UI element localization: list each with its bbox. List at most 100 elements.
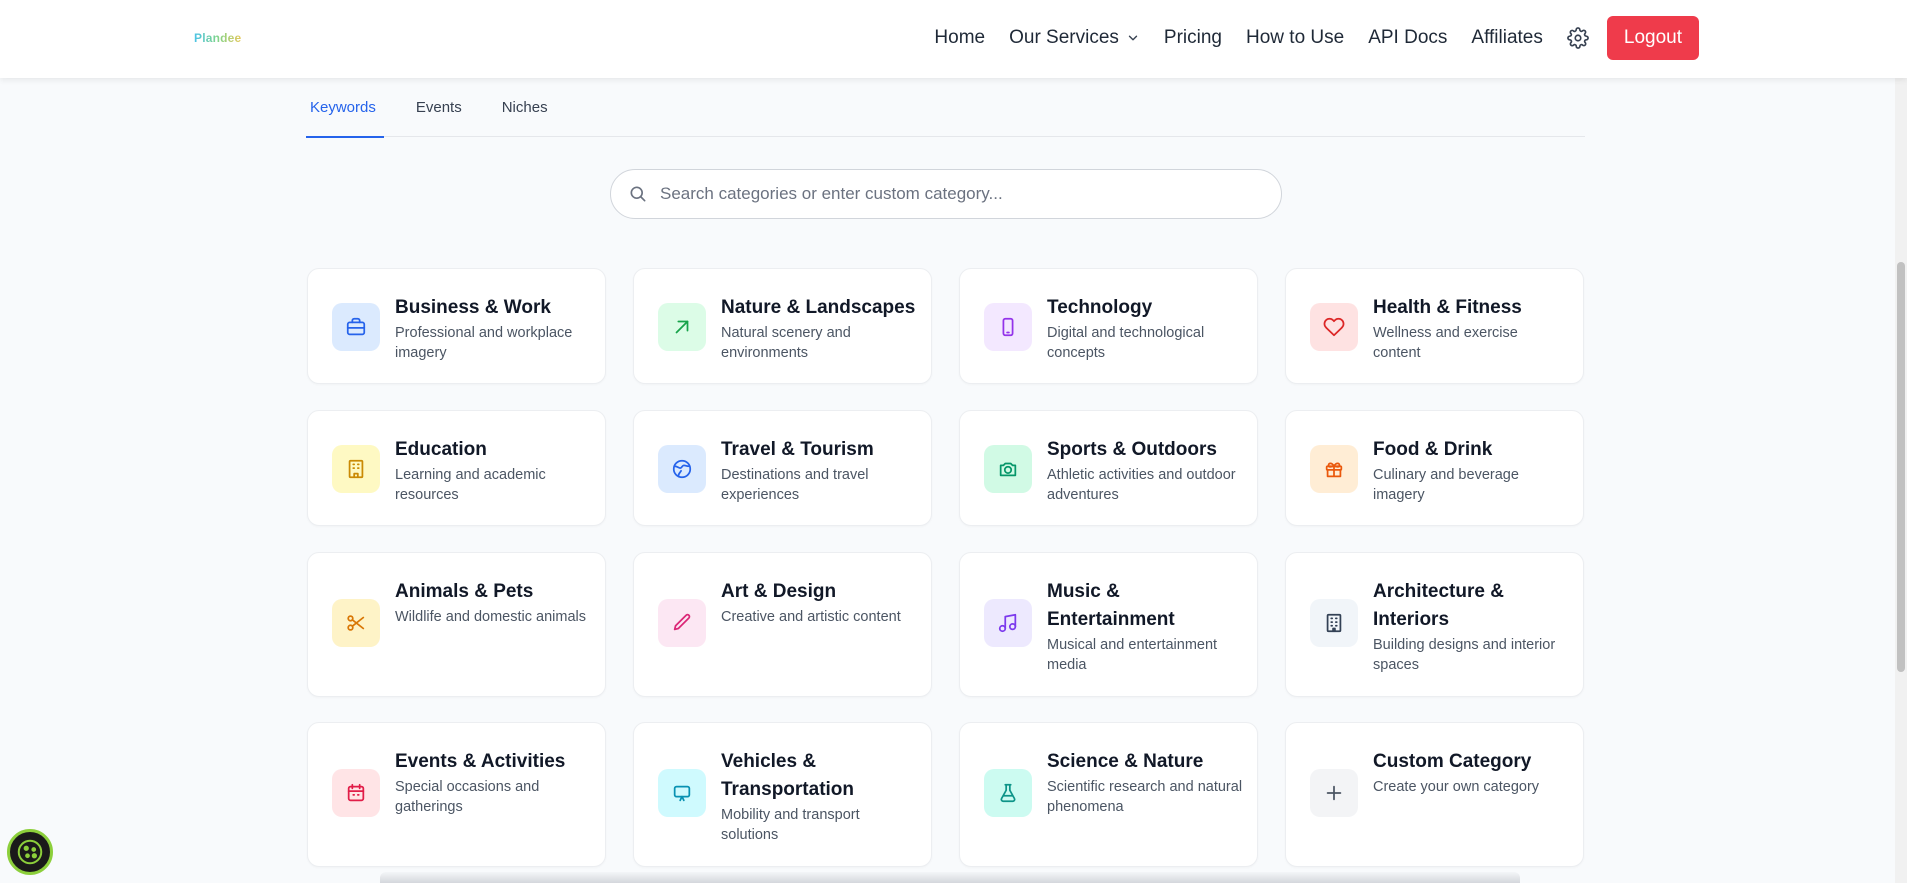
cookie-settings-icon[interactable]: [7, 829, 53, 875]
category-title: Custom Category: [1373, 751, 1532, 772]
category-description: Musical and entertainment media: [1047, 637, 1218, 673]
tab-events[interactable]: Events: [412, 78, 466, 137]
nav-our-services[interactable]: Our Services: [1009, 27, 1140, 49]
category-title: Vehicles & Transportation: [721, 751, 855, 800]
category-description: Destinations and travel experiences: [721, 467, 869, 503]
category-text: Travel & Tourism Destinations and travel …: [721, 436, 917, 505]
gift-icon: [1310, 445, 1358, 493]
category-text: Events & Activities Special occasions and…: [395, 748, 591, 817]
category-text: Education Learning and academic resources: [395, 436, 591, 505]
category-text: Art & Design Creative and artistic conten…: [721, 578, 917, 627]
vertical-scrollbar[interactable]: [1895, 0, 1907, 883]
category-text: Business & Work Professional and workplac…: [395, 294, 591, 363]
category-card[interactable]: Business & Work Professional and workplac…: [307, 268, 606, 384]
category-card[interactable]: Travel & Tourism Destinations and travel …: [633, 410, 932, 526]
search-input[interactable]: [660, 184, 1240, 204]
category-description: Learning and academic resources: [395, 467, 546, 503]
category-text: Animals & Pets Wildlife and domestic anim…: [395, 578, 591, 627]
category-tabs: Keywords Events Niches: [306, 78, 1585, 138]
category-card[interactable]: Music & Entertainment Musical and enterta…: [959, 552, 1258, 697]
tab-keywords[interactable]: Keywords: [306, 78, 384, 138]
category-title: Art & Design: [721, 581, 837, 602]
category-card[interactable]: Custom Category Create your own category: [1285, 722, 1584, 867]
nav-our-services-label: Our Services: [1009, 27, 1119, 48]
category-text: Custom Category Create your own category: [1373, 748, 1569, 797]
category-text: Food & Drink Culinary and beverage imager…: [1373, 436, 1569, 505]
pencil-icon: [658, 599, 706, 647]
heart-icon: [1310, 303, 1358, 351]
category-title: Events & Activities: [395, 751, 566, 772]
flask-icon: [984, 769, 1032, 817]
category-title: Technology: [1047, 297, 1153, 318]
category-description: Professional and workplace imagery: [395, 325, 573, 361]
category-title: Health & Fitness: [1373, 297, 1522, 318]
category-card[interactable]: Health & Fitness Wellness and exercise co…: [1285, 268, 1584, 384]
tab-niches[interactable]: Niches: [498, 78, 552, 137]
page: Plandee Home Our Services Pricing How to…: [0, 0, 1907, 883]
chevron-down-icon: [1126, 31, 1140, 45]
category-description: Mobility and transport solutions: [721, 807, 860, 843]
category-description: Special occasions and gatherings: [395, 779, 540, 815]
nav-pricing[interactable]: Pricing: [1164, 27, 1222, 49]
category-card[interactable]: Vehicles & Transportation Mobility and tr…: [633, 722, 932, 867]
nav-api-docs[interactable]: API Docs: [1368, 27, 1447, 49]
office-building-icon: [1310, 599, 1358, 647]
category-title: Science & Nature: [1047, 751, 1204, 772]
briefcase-icon: [332, 303, 380, 351]
nav-home[interactable]: Home: [934, 27, 985, 49]
category-card[interactable]: Events & Activities Special occasions and…: [307, 722, 606, 867]
category-text: Science & Nature Scientific research and …: [1047, 748, 1243, 817]
category-text: Vehicles & Transportation Mobility and tr…: [721, 748, 917, 845]
category-text: Sports & Outdoors Athletic activities and…: [1047, 436, 1243, 505]
bottom-fade: [380, 872, 1520, 883]
brand-logo[interactable]: Plandee: [194, 31, 241, 45]
category-description: Culinary and beverage imagery: [1373, 467, 1519, 503]
category-card[interactable]: Technology Digital and technological conc…: [959, 268, 1258, 384]
top-navbar: Plandee Home Our Services Pricing How to…: [0, 0, 1907, 78]
scrollbar-thumb[interactable]: [1897, 262, 1905, 672]
category-text: Nature & Landscapes Natural scenery and e…: [721, 294, 917, 363]
category-text: Health & Fitness Wellness and exercise co…: [1373, 294, 1569, 363]
search-bar: [610, 169, 1282, 219]
category-title: Architecture & Interiors: [1373, 581, 1504, 630]
category-text: Music & Entertainment Musical and enterta…: [1047, 578, 1243, 675]
category-description: Athletic activities and outdoor adventur…: [1047, 467, 1236, 503]
category-card[interactable]: Education Learning and academic resources: [307, 410, 606, 526]
plus-icon: [1310, 769, 1358, 817]
category-text: Architecture & Interiors Building designs…: [1373, 578, 1569, 675]
category-title: Education: [395, 439, 487, 460]
category-title: Business & Work: [395, 297, 551, 318]
nav-how-to-use[interactable]: How to Use: [1246, 27, 1344, 49]
music-icon: [984, 599, 1032, 647]
category-title: Travel & Tourism: [721, 439, 874, 460]
category-title: Sports & Outdoors: [1047, 439, 1217, 460]
category-description: Create your own category: [1373, 779, 1540, 795]
category-title: Food & Drink: [1373, 439, 1493, 460]
logout-button[interactable]: Logout: [1606, 16, 1699, 60]
category-card[interactable]: Food & Drink Culinary and beverage imager…: [1285, 410, 1584, 526]
category-text: Technology Digital and technological conc…: [1047, 294, 1243, 363]
globe-icon: [658, 445, 706, 493]
category-title: Animals & Pets: [395, 581, 534, 602]
category-card[interactable]: Sports & Outdoors Athletic activities and…: [959, 410, 1258, 526]
monitor-icon: [658, 769, 706, 817]
calendar-icon: [332, 769, 380, 817]
nav-affiliates[interactable]: Affiliates: [1471, 27, 1542, 49]
category-description: Natural scenery and environments: [721, 325, 851, 361]
search-icon: [628, 184, 648, 204]
scissors-icon: [332, 599, 380, 647]
category-description: Wildlife and domestic animals: [395, 609, 586, 625]
category-card[interactable]: Science & Nature Scientific research and …: [959, 722, 1258, 867]
camera-icon: [984, 445, 1032, 493]
category-card[interactable]: Nature & Landscapes Natural scenery and e…: [633, 268, 932, 384]
gear-icon[interactable]: [1566, 27, 1589, 49]
category-card[interactable]: Architecture & Interiors Building designs…: [1285, 552, 1584, 697]
smartphone-icon: [984, 303, 1032, 351]
main-nav: Home Our Services Pricing How to Use API…: [934, 16, 1699, 60]
category-card[interactable]: Animals & Pets Wildlife and domestic anim…: [307, 552, 606, 697]
category-description: Digital and technological concepts: [1047, 325, 1205, 361]
category-description: Scientific research and natural phenomen…: [1047, 779, 1243, 815]
category-title: Music & Entertainment: [1047, 581, 1175, 630]
category-description: Creative and artistic content: [721, 609, 901, 625]
category-card[interactable]: Art & Design Creative and artistic conten…: [633, 552, 932, 697]
